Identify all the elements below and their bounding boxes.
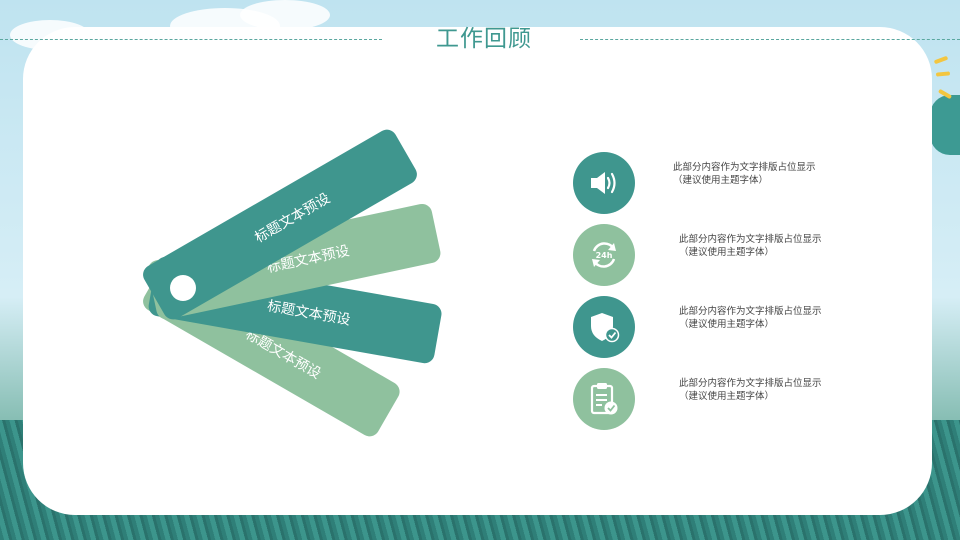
- fan-diagram: 标题文本预设 标题文本预设 标题文本预设 标题文本预设: [0, 0, 960, 540]
- 24h-refresh-icon: 24h: [573, 224, 635, 286]
- clipboard-check-icon: [573, 368, 635, 430]
- shield-check-icon: [573, 296, 635, 358]
- 24h-badge: 24h: [596, 251, 613, 260]
- fan-pivot: [170, 275, 196, 301]
- item-desc-1: 此部分内容作为文字排版占位显示 （建议使用主题字体）: [673, 162, 816, 186]
- item-desc-4: 此部分内容作为文字排版占位显示 （建议使用主题字体）: [679, 378, 822, 402]
- speaker-icon: [573, 152, 635, 214]
- item-desc-3: 此部分内容作为文字排版占位显示 （建议使用主题字体）: [679, 306, 822, 330]
- item-desc-2: 此部分内容作为文字排版占位显示 （建议使用主题字体）: [679, 234, 822, 258]
